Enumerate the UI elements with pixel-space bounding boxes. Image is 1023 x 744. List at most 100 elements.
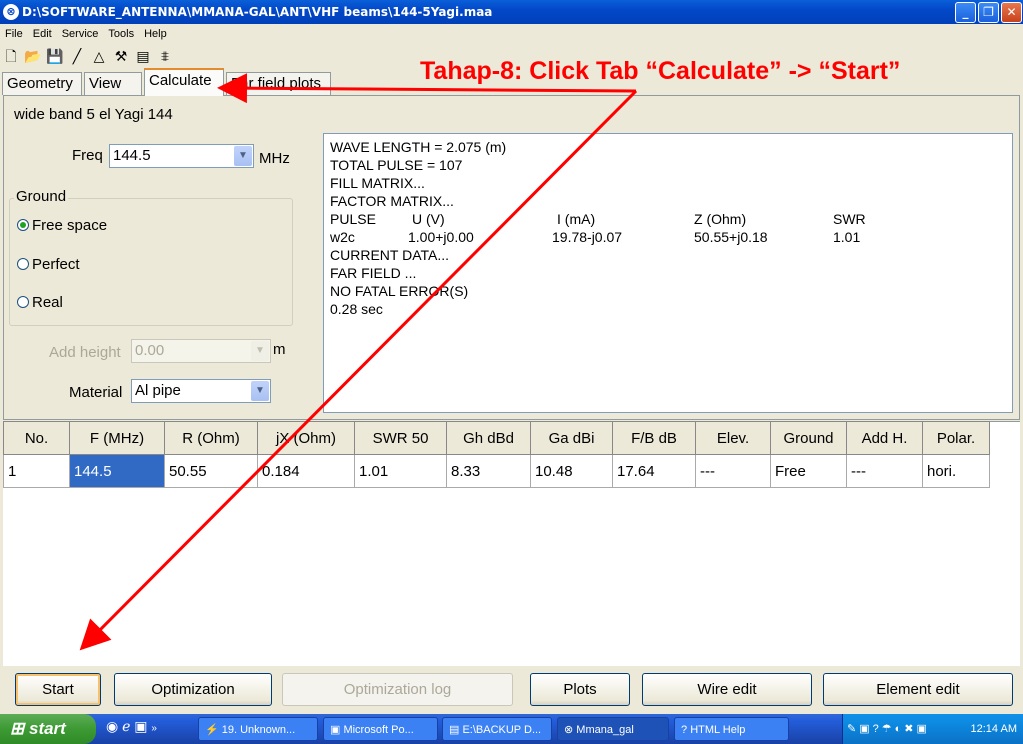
tray-icons[interactable]: ✎▣?☂◐✖▣ xyxy=(843,714,930,744)
col-ga[interactable]: Ga dBi xyxy=(530,421,613,455)
col-polar[interactable]: Polar. xyxy=(922,421,990,455)
element-edit-button[interactable]: Element edit xyxy=(823,673,1013,706)
taskbar-item[interactable]: ⚡ 19. Unknown... xyxy=(198,717,318,741)
cell-gh[interactable]: 8.33 xyxy=(446,454,531,488)
ground-perfect[interactable]: Perfect xyxy=(17,256,80,273)
task-label: Microsoft Po... xyxy=(343,724,414,736)
start-label: start xyxy=(28,719,66,738)
plots-button[interactable]: Plots xyxy=(530,673,630,706)
output-line: NO FATAL ERROR(S) xyxy=(330,283,469,299)
ground-real[interactable]: Real xyxy=(17,294,63,311)
start-menu-button[interactable]: ⊞ start xyxy=(0,714,96,744)
cell-jx[interactable]: 0.184 xyxy=(257,454,355,488)
minimize-button[interactable]: _ xyxy=(955,2,976,23)
maximize-button[interactable]: ❐ xyxy=(978,2,999,23)
tab-view[interactable]: View xyxy=(84,72,142,95)
title-bar: ⊗ D:\SOFTWARE_ANTENNA\MMANA-GAL\ANT\VHF … xyxy=(0,0,1023,24)
radio-icon[interactable] xyxy=(17,258,29,271)
col-no[interactable]: No. xyxy=(3,421,70,455)
cell-r[interactable]: 50.55 xyxy=(164,454,258,488)
output-line: FACTOR MATRIX... xyxy=(330,193,454,209)
menu-help[interactable]: Help xyxy=(139,28,172,40)
line-icon[interactable]: ╱ xyxy=(66,46,88,66)
task-label: Mmana_gal xyxy=(576,724,634,736)
ground-label: Ground xyxy=(14,188,69,205)
add-height-label: Add height xyxy=(49,344,121,361)
col-freq[interactable]: F (MHz) xyxy=(69,421,165,455)
output-line: 0.28 sec xyxy=(330,301,383,317)
tools-icon[interactable]: ⚒ xyxy=(110,46,132,66)
col-jx[interactable]: jX (Ohm) xyxy=(257,421,355,455)
triangle-icon[interactable]: △ xyxy=(88,46,110,66)
cell-fb[interactable]: 17.64 xyxy=(612,454,696,488)
quick-launch: ◉ ℯ ▣ » xyxy=(106,718,157,735)
material-select[interactable]: Al pipe ▼ xyxy=(131,379,271,403)
taskbar-item[interactable]: ⊗ Mmana_gal xyxy=(557,717,669,741)
col-gh[interactable]: Gh dBd xyxy=(446,421,531,455)
open-folder-icon[interactable]: 📂 xyxy=(22,46,44,66)
document-icon[interactable]: ▤ xyxy=(132,46,154,66)
menu-edit[interactable]: Edit xyxy=(28,28,57,40)
optimization-button[interactable]: Optimization xyxy=(114,673,272,706)
tab-far-field-plots[interactable]: Far field plots xyxy=(226,72,331,95)
taskbar-item[interactable]: ▣ Microsoft Po... xyxy=(323,717,438,741)
save-icon[interactable]: 💾 xyxy=(44,46,66,66)
table-header-row: No. F (MHz) R (Ohm) jX (Ohm) SWR 50 Gh d… xyxy=(3,421,990,455)
instruction-annotation: Tahap-8: Click Tab “Calculate” -> “Start… xyxy=(420,57,901,85)
menu-tools[interactable]: Tools xyxy=(103,28,139,40)
col-ground[interactable]: Ground xyxy=(770,421,847,455)
col-r[interactable]: R (Ohm) xyxy=(164,421,258,455)
cell-freq[interactable]: 144.5 xyxy=(69,454,165,488)
task-label: HTML Help xyxy=(690,724,746,736)
wire-edit-button[interactable]: Wire edit xyxy=(642,673,812,706)
col-addh[interactable]: Add H. xyxy=(846,421,923,455)
radio-selected-icon[interactable] xyxy=(17,219,29,232)
cell-swr[interactable]: 1.01 xyxy=(354,454,447,488)
calculation-output: WAVE LENGTH = 2.075 (m) TOTAL PULSE = 10… xyxy=(323,133,1013,413)
taskbar-item[interactable]: ▤ E:\BACKUP D... xyxy=(442,717,552,741)
pulse-header-u: U (V) xyxy=(412,211,445,227)
taskbar-item[interactable]: ? HTML Help xyxy=(674,717,789,741)
tab-geometry[interactable]: Geometry xyxy=(2,72,82,95)
desktop-icon[interactable]: ▣ xyxy=(134,718,147,734)
app-icon: ⊗ xyxy=(3,4,19,20)
ground-free-space[interactable]: Free space xyxy=(17,217,107,234)
pulse-row-u: 1.00+j0.00 xyxy=(408,229,474,245)
antenna-icon[interactable]: ⩨ xyxy=(154,46,176,66)
cell-polar[interactable]: hori. xyxy=(922,454,990,488)
radio-icon[interactable] xyxy=(17,296,29,309)
clock: 12:14 AM xyxy=(970,723,1017,735)
chevron-down-icon: ▼ xyxy=(251,341,269,361)
freq-select[interactable]: 144.5 ▼ xyxy=(109,144,254,168)
start-button[interactable]: Start xyxy=(15,673,101,706)
chevron-down-icon[interactable]: ▼ xyxy=(234,146,252,166)
freq-value: 144.5 xyxy=(113,147,151,164)
new-file-icon[interactable]: 🗋 xyxy=(0,46,22,66)
menu-file[interactable]: File xyxy=(0,28,28,40)
output-line: TOTAL PULSE = 107 xyxy=(330,157,463,173)
windows-logo-icon: ⊞ xyxy=(10,719,25,738)
output-line: CURRENT DATA... xyxy=(330,247,450,263)
col-swr[interactable]: SWR 50 xyxy=(354,421,447,455)
chevron-down-icon[interactable]: ▼ xyxy=(251,381,269,401)
output-line: WAVE LENGTH = 2.075 (m) xyxy=(330,139,507,155)
cell-no[interactable]: 1 xyxy=(3,454,70,488)
output-line: FILL MATRIX... xyxy=(330,175,425,191)
menu-service[interactable]: Service xyxy=(57,28,104,40)
more-icon[interactable]: » xyxy=(151,723,157,734)
table-row[interactable]: 1 144.5 50.55 0.184 1.01 8.33 10.48 17.6… xyxy=(3,454,990,488)
col-fb[interactable]: F/B dB xyxy=(612,421,696,455)
cell-elev[interactable]: --- xyxy=(695,454,771,488)
tab-calculate[interactable]: Calculate xyxy=(144,68,224,96)
cell-addh[interactable]: --- xyxy=(846,454,923,488)
browser-icon[interactable]: ◉ xyxy=(106,718,118,734)
cell-ga[interactable]: 10.48 xyxy=(530,454,613,488)
ie-icon[interactable]: ℯ xyxy=(122,718,130,734)
menu-bar: File Edit Service Tools Help xyxy=(0,24,1023,43)
window-title: D:\SOFTWARE_ANTENNA\MMANA-GAL\ANT\VHF be… xyxy=(22,5,493,19)
add-height-unit: m xyxy=(273,341,286,358)
pulse-header-z: Z (Ohm) xyxy=(694,211,747,227)
col-elev[interactable]: Elev. xyxy=(695,421,771,455)
close-button[interactable]: ✕ xyxy=(1001,2,1022,23)
cell-ground[interactable]: Free xyxy=(770,454,847,488)
